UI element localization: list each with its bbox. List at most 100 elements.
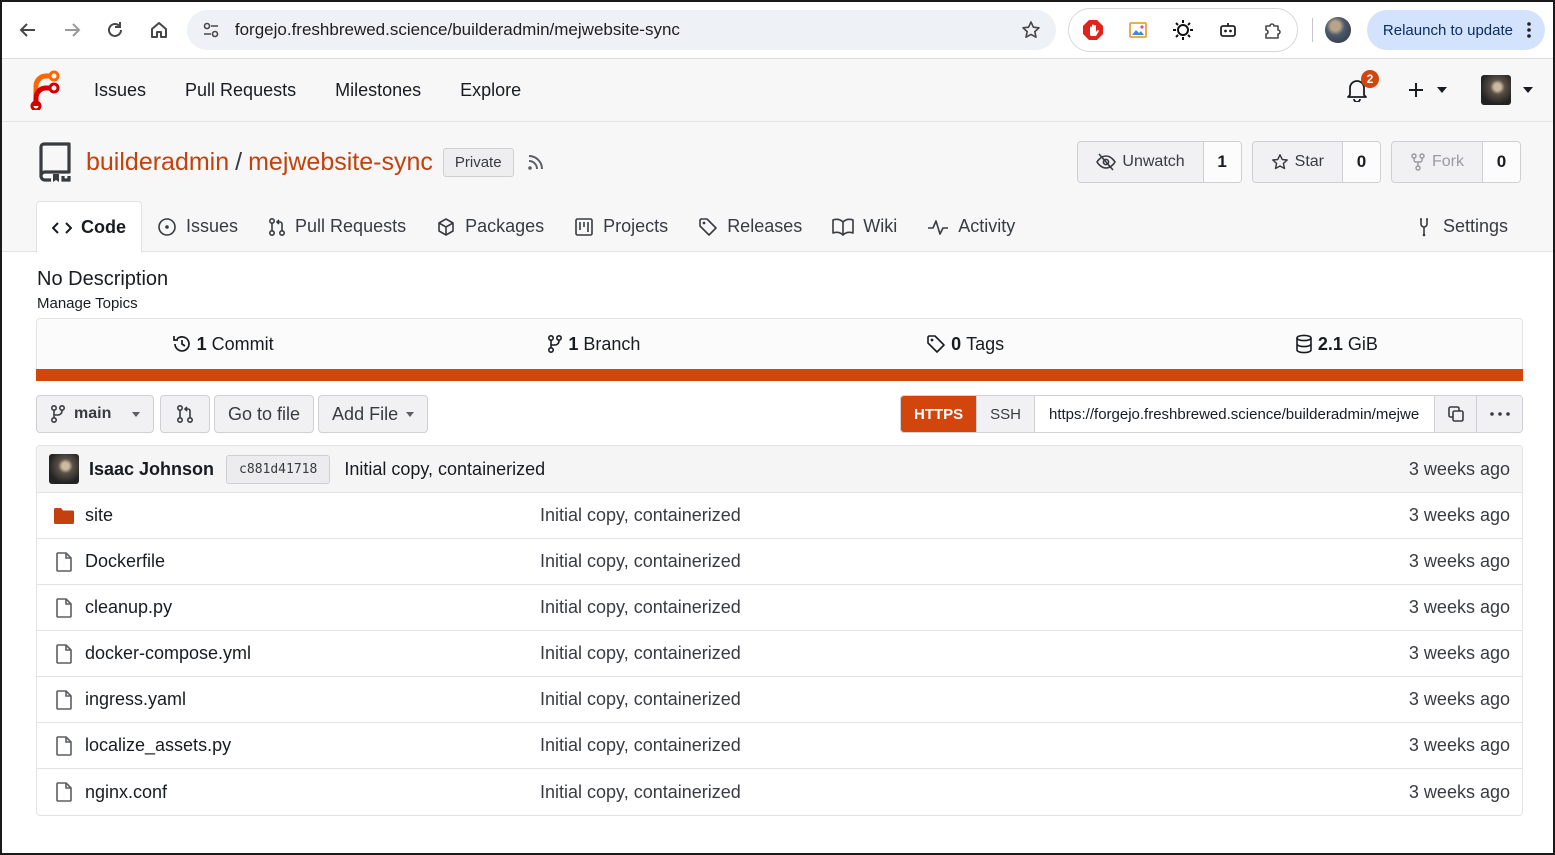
tab-releases[interactable]: Releases [683,201,817,252]
go-to-file-button[interactable]: Go to file [214,395,315,433]
tab-pull-requests[interactable]: Pull Requests [253,201,421,252]
stars-count[interactable]: 0 [1342,142,1380,182]
file-commit-message[interactable]: Initial copy, containerized [540,643,741,664]
file-commit-message[interactable]: Initial copy, containerized [540,551,741,572]
home-icon[interactable] [141,12,177,48]
branch-selector[interactable]: main [36,395,154,433]
commit-message[interactable]: Initial copy, containerized [344,459,545,480]
site-info-icon[interactable] [199,18,223,42]
file-commit-message[interactable]: Initial copy, containerized [540,597,741,618]
back-icon[interactable] [10,12,46,48]
file-name-link[interactable]: ingress.yaml [85,689,540,710]
sun-extension-icon[interactable] [1165,12,1201,48]
forks-count[interactable]: 0 [1482,142,1520,182]
browser-profile-avatar[interactable] [1325,17,1351,43]
puzzle-extensions-icon[interactable] [1255,12,1291,48]
repo-owner-link[interactable]: builderadmin [86,148,229,177]
toolbar-divider [1312,18,1314,42]
commit-sha-button[interactable]: c881d41718 [226,454,331,484]
tab-wiki[interactable]: Wiki [817,201,912,252]
file-commit-time: 3 weeks ago [1408,597,1510,617]
file-name-link[interactable]: Dockerfile [85,551,540,572]
forward-icon[interactable] [54,12,90,48]
book-icon [832,218,855,236]
file-commit-message[interactable]: Initial copy, containerized [540,505,741,526]
branch-icon [547,334,563,354]
tab-activity[interactable]: Activity [912,201,1030,252]
tags-label: Tags [966,333,1005,354]
list-item[interactable]: docker-compose.yml Initial copy, contain… [37,631,1522,677]
tab-label: Releases [727,216,803,236]
nav-explore[interactable]: Explore [460,80,521,101]
forgejo-logo[interactable] [28,70,60,110]
language-bar[interactable] [36,369,1523,381]
file-name-link[interactable]: cleanup.py [85,597,540,618]
chevron-down-icon [1523,87,1533,93]
clone-url-input[interactable] [1034,396,1434,432]
database-icon [1295,334,1313,354]
watchers-count[interactable]: 1 [1202,142,1241,182]
more-options-icon[interactable] [1476,396,1522,432]
manage-topics-link[interactable]: Manage Topics [37,295,1523,312]
list-item[interactable]: site Initial copy, containerized 3 weeks… [37,493,1522,539]
nav-milestones[interactable]: Milestones [335,80,421,101]
reload-icon[interactable] [97,12,133,48]
tab-issues[interactable]: Issues [142,201,253,252]
rss-icon[interactable] [526,152,546,172]
image-extension-icon[interactable] [1120,12,1156,48]
clone-https-button[interactable]: HTTPS [900,396,977,432]
avatar[interactable] [49,454,79,484]
clone-ssh-button[interactable]: SSH [976,396,1034,432]
add-file-button[interactable]: Add File [318,395,429,433]
list-item[interactable]: nginx.conf Initial copy, containerized 3… [37,769,1522,815]
file-name-link[interactable]: localize_assets.py [85,735,540,756]
compare-button[interactable] [160,395,210,433]
star-icon [1271,153,1289,171]
tab-label: Pull Requests [295,216,407,236]
file-commit-message[interactable]: Initial copy, containerized [540,735,741,756]
repo-name-link[interactable]: mejwebsite-sync [248,148,433,177]
file-icon [53,597,75,619]
tab-code[interactable]: Code [36,201,142,253]
list-item[interactable]: localize_assets.py Initial copy, contain… [37,723,1522,769]
relaunch-button[interactable]: Relaunch to update [1366,10,1546,50]
unwatch-button[interactable]: Unwatch [1078,142,1202,182]
commits-stat[interactable]: 1 Commit [37,334,408,355]
adblock-extension-icon[interactable] [1075,12,1111,48]
notifications-bell-icon[interactable]: 2 [1343,70,1379,104]
file-commit-message[interactable]: Initial copy, containerized [540,782,741,803]
robot-extension-icon[interactable] [1210,12,1246,48]
copy-icon[interactable] [1434,396,1476,432]
tab-label: Activity [958,216,1016,236]
fork-icon [1410,153,1426,171]
branches-stat[interactable]: 1 Branch [408,334,779,355]
list-item[interactable]: ingress.yaml Initial copy, containerized… [37,677,1522,723]
nav-pull-requests[interactable]: Pull Requests [185,80,296,101]
clone-panel: HTTPS SSH [899,395,1523,433]
file-commit-message[interactable]: Initial copy, containerized [540,689,741,710]
tab-packages[interactable]: Packages [421,201,559,252]
tags-stat[interactable]: 0 Tags [780,334,1151,355]
user-menu[interactable] [1481,75,1533,105]
pull-request-icon [268,217,286,237]
commit-author[interactable]: Isaac Johnson [89,459,214,480]
list-item[interactable]: Dockerfile Initial copy, containerized 3… [37,539,1522,585]
fork-button[interactable]: Fork [1392,142,1482,182]
file-icon [53,689,75,711]
tab-label: Code [81,217,126,237]
tab-projects[interactable]: Projects [559,201,683,252]
address-url[interactable]: forgejo.freshbrewed.science/builderadmin… [235,20,1018,40]
file-icon [53,781,75,803]
address-bar[interactable]: forgejo.freshbrewed.science/builderadmin… [186,10,1057,50]
bookmark-star-icon[interactable] [1018,17,1044,43]
list-item[interactable]: cleanup.py Initial copy, containerized 3… [37,585,1522,631]
tab-settings[interactable]: Settings [1401,201,1523,252]
browser-menu-icon[interactable] [1527,22,1531,38]
file-name-link[interactable]: docker-compose.yml [85,643,540,664]
star-button[interactable]: Star [1253,142,1342,182]
file-name-link[interactable]: nginx.conf [85,782,540,803]
nav-issues[interactable]: Issues [94,80,146,101]
file-name-link[interactable]: site [85,505,540,526]
create-new-menu[interactable] [1407,81,1447,99]
project-icon [574,217,594,237]
